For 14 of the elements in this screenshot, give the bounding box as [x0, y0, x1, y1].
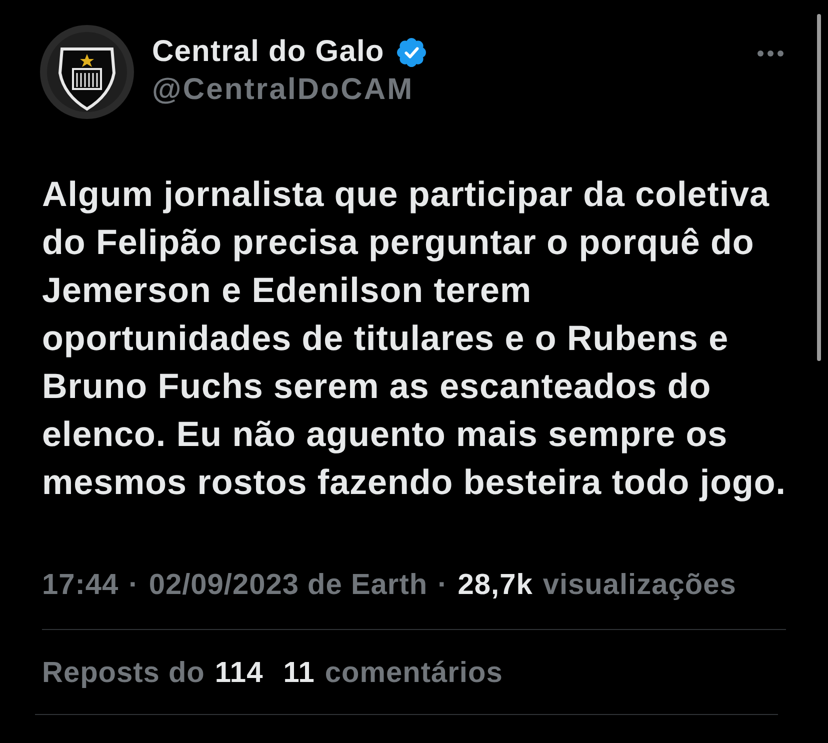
view-count: 28,7k [458, 568, 533, 603]
post-date-source: 02/09/2023 de Earth [148, 568, 428, 603]
author-handle[interactable]: @CentralDoCAM [152, 72, 414, 108]
author-name[interactable]: Central do Galo [152, 35, 384, 69]
post-text: Algum jornalista que participar da coletiva do Felipão precisa perguntar o porquê do Jemerson e Edenilson terem oportunidades de titulares e o Rubens e Bruno Fuchs serem as escanteados do elenco. Eu não aguento mais sempre os mesmos rostos fazendo besteira todo jogo. [42, 174, 787, 504]
separator-dot: · [128, 568, 139, 603]
separator-dot: · [438, 568, 448, 603]
scrollbar-thumb[interactable] [817, 14, 821, 361]
more-options-icon[interactable] [757, 50, 784, 57]
comments-link[interactable]: 11 comentários [283, 655, 503, 691]
shield-avatar-icon[interactable] [40, 25, 134, 119]
post-time-link[interactable]: 17:44 [42, 567, 119, 603]
reposts-link[interactable]: Reposts do 114 [42, 655, 264, 691]
view-label: visualizações [542, 568, 736, 603]
